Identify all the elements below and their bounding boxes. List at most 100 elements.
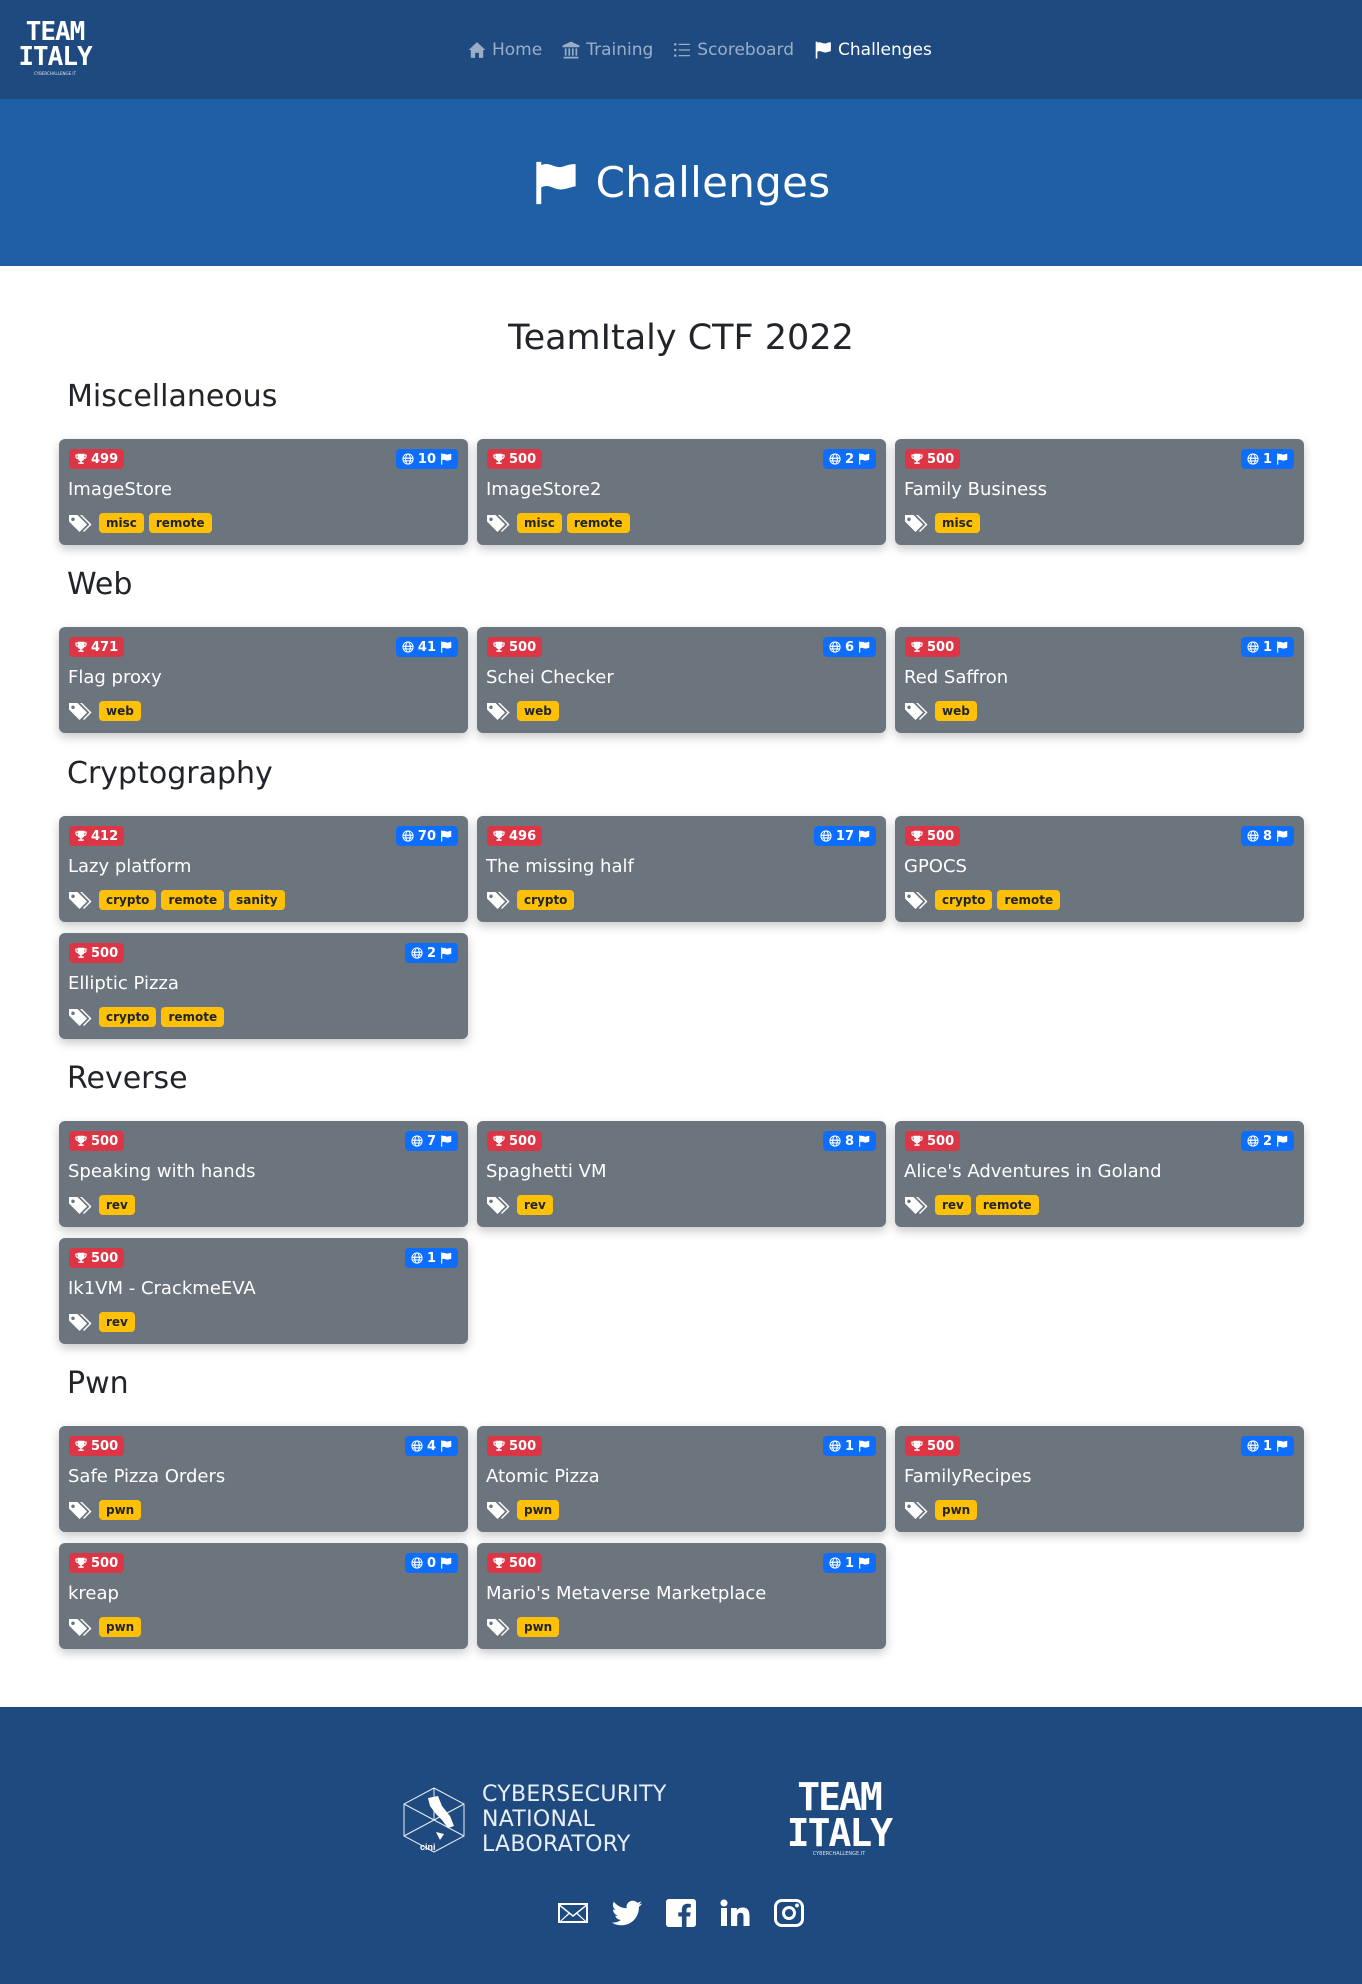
nav-training[interactable]: Training: [562, 40, 653, 60]
challenge-card[interactable]: 500 1 Atomic Pizza pwn: [477, 1426, 886, 1532]
points-badge: 500: [487, 449, 543, 469]
globe-icon: [402, 830, 414, 842]
points-badge: 412: [69, 826, 125, 846]
tags-icon: [69, 1314, 92, 1331]
tag-row: pwn: [486, 1500, 560, 1520]
solves-value: 1: [1262, 1438, 1272, 1454]
globe-icon: [411, 1135, 423, 1147]
challenge-card[interactable]: 500 1 Red Saffron web: [895, 627, 1304, 733]
challenge-card[interactable]: 500 1 Ik1VM - CrackmeEVA rev: [59, 1238, 468, 1344]
flag-icon: [441, 1135, 452, 1147]
globe-icon: [829, 1557, 841, 1569]
nav-home[interactable]: Home: [468, 40, 542, 60]
challenge-name: GPOCS: [904, 856, 967, 877]
globe-icon: [1247, 1135, 1259, 1147]
solves-value: 4: [426, 1438, 436, 1454]
challenge-card[interactable]: 500 0 kreap pwn: [59, 1543, 468, 1649]
challenge-card[interactable]: 500 4 Safe Pizza Orders pwn: [59, 1426, 468, 1532]
solves-badge: 4: [404, 1436, 458, 1456]
points-value: 500: [91, 1438, 119, 1454]
challenge-name: kreap: [68, 1583, 119, 1604]
trophy-icon: [75, 1440, 87, 1451]
solves-badge: 70: [395, 826, 458, 846]
mail-icon[interactable]: [556, 1897, 590, 1929]
flag-icon: [859, 453, 870, 465]
tags-icon: [487, 1502, 510, 1519]
tag-row: web: [486, 701, 559, 721]
tag-badge: remote: [161, 1007, 225, 1027]
challenge-card[interactable]: 500 8 GPOCS crypto remote: [895, 816, 1304, 922]
challenge-card[interactable]: 500 1 Family Business misc: [895, 439, 1304, 545]
challenge-card[interactable]: 500 2 Alice's Adventures in Goland rev remot…: [895, 1121, 1304, 1227]
nav-scoreboard[interactable]: Scoreboard: [673, 40, 794, 60]
tag-badge: misc: [99, 513, 144, 533]
nav-challenges[interactable]: Challenges: [814, 40, 932, 60]
challenge-name: Lazy platform: [68, 856, 192, 877]
solves-badge: 1: [822, 1436, 876, 1456]
points-value: 496: [509, 828, 537, 844]
tag-badge: misc: [517, 513, 562, 533]
tag-badge: crypto: [517, 890, 575, 910]
points-value: 500: [91, 1250, 119, 1266]
challenge-card[interactable]: 412 70 Lazy platform crypto remote sanity: [59, 816, 468, 922]
trophy-icon: [493, 453, 505, 464]
challenge-card[interactable]: 500 2 ImageStore2 misc remote: [477, 439, 886, 545]
solves-badge: 6: [822, 637, 876, 657]
tag-row: misc remote: [486, 513, 630, 533]
solves-badge: 8: [822, 1131, 876, 1151]
ctf-title: TeamItaly CTF 2022: [508, 318, 854, 358]
challenge-card[interactable]: 499 10 ImageStore misc remote: [59, 439, 468, 545]
flag-icon: [859, 830, 870, 842]
instagram-icon[interactable]: [772, 1897, 806, 1929]
challenge-name: Elliptic Pizza: [68, 973, 179, 994]
challenge-name: Schei Checker: [486, 667, 614, 688]
challenge-card[interactable]: 500 1 Mario's Metaverse Marketplace pwn: [477, 1543, 886, 1649]
team-italy-logo[interactable]: TEAM ITALY CYBERCHALLENGE.IT: [16, 19, 94, 82]
trophy-icon: [493, 1557, 505, 1568]
trophy-icon: [75, 1252, 87, 1263]
tags-icon: [487, 1619, 510, 1636]
challenge-card[interactable]: 500 7 Speaking with hands rev: [59, 1121, 468, 1227]
points-value: 500: [509, 451, 537, 467]
trophy-icon: [911, 453, 923, 464]
social-links: [556, 1897, 806, 1929]
challenge-card[interactable]: 500 2 Elliptic Pizza crypto remote: [59, 933, 468, 1039]
linkedin-icon[interactable]: [718, 1897, 752, 1929]
tag-badge: remote: [161, 890, 225, 910]
tag-badge: rev: [99, 1195, 135, 1215]
tag-badge: remote: [975, 1195, 1039, 1215]
trophy-icon: [75, 830, 87, 841]
solves-badge: 2: [1240, 1131, 1294, 1151]
challenge-card[interactable]: 500 1 FamilyRecipes pwn: [895, 1426, 1304, 1532]
globe-icon: [411, 1252, 423, 1264]
tags-icon: [905, 515, 928, 532]
category-title: Reverse: [67, 1061, 188, 1096]
solves-badge: 10: [395, 449, 458, 469]
globe-icon: [1247, 1440, 1259, 1452]
challenge-name: Speaking with hands: [68, 1161, 256, 1182]
globe-icon: [829, 641, 841, 653]
tags-icon: [69, 515, 92, 532]
challenge-card[interactable]: 471 41 Flag proxy web: [59, 627, 468, 733]
cnl-text: CYBERSECURITY NATIONAL LABORATORY: [482, 1782, 667, 1857]
challenge-card[interactable]: 500 6 Schei Checker web: [477, 627, 886, 733]
list-icon: [674, 43, 691, 57]
solves-value: 1: [844, 1438, 854, 1454]
points-badge: 496: [487, 826, 543, 846]
tag-row: rev: [68, 1312, 135, 1332]
tag-row: rev: [68, 1195, 135, 1215]
facebook-icon[interactable]: [664, 1897, 698, 1929]
solves-badge: 1: [822, 1553, 876, 1573]
cnl-logo[interactable]: cini CYBERSECURITY NATIONAL LABORATORY: [398, 1782, 667, 1857]
points-badge: 500: [905, 826, 961, 846]
challenge-card[interactable]: 496 17 The missing half crypto: [477, 816, 886, 922]
points-value: 500: [509, 639, 537, 655]
nav-training-label: Training: [586, 40, 654, 60]
nav-home-label: Home: [492, 40, 543, 60]
twitter-icon[interactable]: [610, 1897, 644, 1929]
team-italy-footer-logo[interactable]: TEAM ITALY CYBERCHALLENGE.IT: [784, 1778, 894, 1863]
tag-badge: misc: [935, 513, 980, 533]
tag-row: rev remote: [904, 1195, 1039, 1215]
tag-badge: rev: [935, 1195, 971, 1215]
challenge-card[interactable]: 500 8 Spaghetti VM rev: [477, 1121, 886, 1227]
